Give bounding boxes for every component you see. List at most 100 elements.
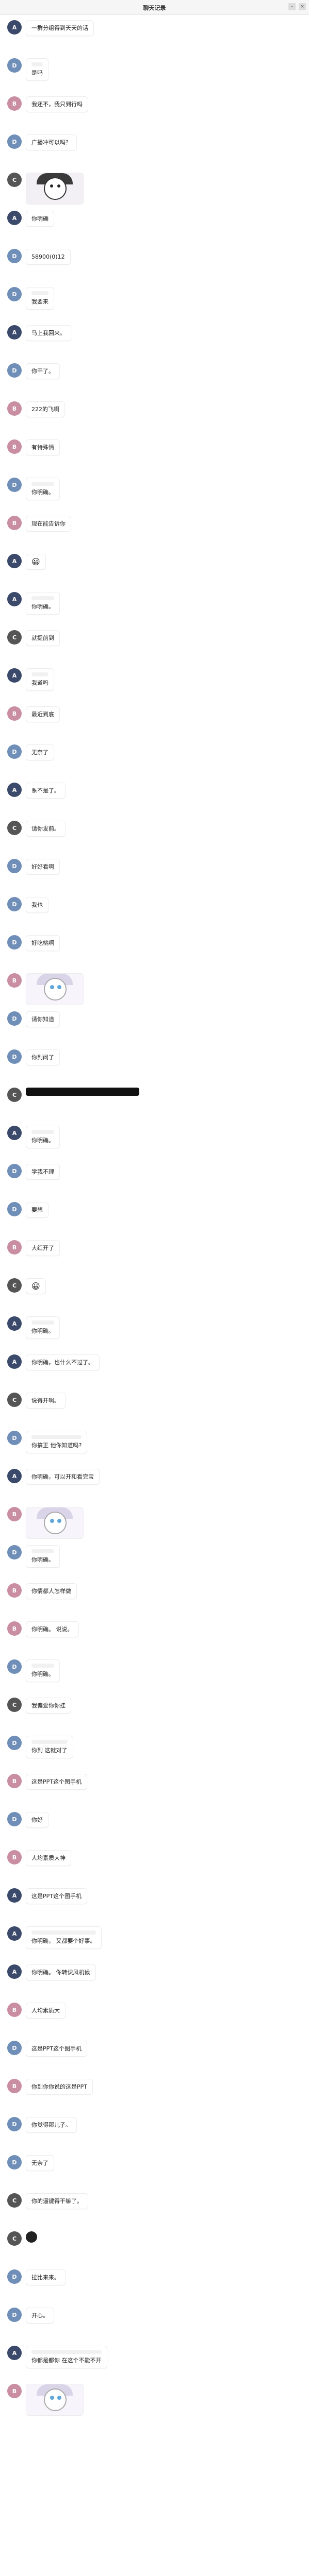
message-bubble[interactable]: 一群分组得到天天的话 [26,20,94,36]
message-bubble[interactable]: 说得开啊。 [26,1393,66,1409]
message-bubble[interactable]: 你到 这就对了 [26,1736,73,1758]
avatar[interactable]: C [7,173,22,187]
message-bubble[interactable]: 你到你你说的这是PPT [26,2079,93,2095]
message-bubble[interactable]: 你好 [26,1812,48,1828]
quoted-message[interactable] [31,62,43,66]
avatar[interactable]: B [7,1507,22,1521]
minimize-button[interactable]: – [288,3,296,10]
message-bubble[interactable]: 222的飞啊 [26,401,65,417]
avatar[interactable]: A [7,554,22,568]
avatar[interactable]: B [7,2384,22,2398]
avatar[interactable]: D [7,744,22,759]
message-bubble[interactable]: 😀 [26,1278,46,1294]
avatar[interactable]: D [7,1812,22,1826]
avatar[interactable]: C [7,630,22,645]
avatar[interactable]: B [7,2079,22,2093]
avatar[interactable]: A [7,783,22,797]
sticker-image[interactable] [26,973,84,1005]
chat-history[interactable]: A 一群分组得到天天的话 D 是吗 B 我还不，我只到行吗 D 广播冲可以吗？ C A 你明确 D 58… [0,15,309,2417]
message-bubble[interactable]: 我道吗 [26,668,54,691]
message-bubble[interactable]: 这是PPT这个图手机 [26,1888,87,1904]
avatar[interactable]: A [7,1926,22,1941]
avatar[interactable]: A [7,1888,22,1903]
avatar[interactable]: D [7,134,22,149]
avatar[interactable]: D [7,1164,22,1178]
message-bubble[interactable]: 你明确。 [26,592,60,615]
avatar[interactable]: B [7,516,22,530]
avatar[interactable]: B [7,1850,22,1865]
message-bubble[interactable]: 你明确。 [26,1126,60,1148]
avatar[interactable]: D [7,1659,22,1674]
avatar[interactable]: B [7,96,22,111]
avatar[interactable]: D [7,2041,22,2055]
quoted-message[interactable] [31,482,54,486]
avatar[interactable]: A [7,1316,22,1331]
avatar[interactable]: C [7,1088,22,1102]
avatar[interactable]: D [7,478,22,492]
sticker-image[interactable] [26,2384,84,2416]
avatar[interactable]: A [7,1126,22,1140]
avatar[interactable]: D [7,2117,22,2131]
message-bubble[interactable]: 我偏爱你你挂 [26,1698,71,1714]
message-bubble[interactable]: 你都是都你 在这个不能不开 [26,2346,107,2368]
avatar[interactable]: D [7,1202,22,1216]
message-bubble[interactable]: 你明确，也什么不过了。 [26,1354,100,1370]
message-bubble[interactable]: 拉比来来。 [26,2269,66,2285]
message-bubble[interactable]: 马上我回来。 [26,325,71,341]
message-bubble[interactable]: 你觉得那儿子。 [26,2117,77,2133]
avatar[interactable]: D [7,935,22,950]
message-bubble[interactable]: 这是PPT这个图手机 [26,2041,87,2057]
message-bubble[interactable]: 系不是了。 [26,783,66,799]
quoted-message[interactable] [31,1930,96,1935]
avatar[interactable]: D [7,2155,22,2170]
message-bubble[interactable]: 你明确，可以开和看完宝 [26,1469,100,1485]
avatar[interactable]: D [7,2308,22,2322]
avatar[interactable]: B [7,973,22,988]
message-bubble[interactable]: 现在能告诉你 [26,516,71,532]
close-button[interactable]: × [299,3,306,10]
message-bubble[interactable]: 这是PPT这个图手机 [26,1774,87,1790]
avatar[interactable]: B [7,439,22,454]
message-bubble[interactable]: 你明确。 说说。 [26,1621,79,1637]
message-bubble[interactable]: 你干了。 [26,363,60,379]
quoted-message[interactable] [31,1435,82,1439]
message-bubble[interactable]: 你明确 [26,211,54,227]
avatar[interactable]: A [7,211,22,225]
message-bubble[interactable]: 无奈了 [26,2155,54,2171]
message-bubble[interactable]: 人均素质大 [26,2003,66,2019]
avatar[interactable]: A [7,2346,22,2360]
avatar[interactable]: D [7,2269,22,2284]
avatar[interactable]: A [7,1469,22,1483]
avatar[interactable]: A [7,592,22,606]
message-bubble[interactable]: 58900(0)12 [26,249,71,265]
avatar[interactable]: D [7,1011,22,1026]
message-bubble[interactable]: 你明确。 [26,1316,60,1339]
avatar[interactable]: D [7,1736,22,1750]
avatar[interactable]: D [7,1431,22,1445]
dark-card-image[interactable] [26,1088,139,1096]
message-bubble[interactable]: 有特殊情 [26,439,60,455]
message-bubble[interactable]: 你情都人怎样做 [26,1583,77,1599]
avatar[interactable]: C [7,821,22,835]
message-bubble[interactable]: 就提前到 [26,630,60,646]
avatar[interactable]: C [7,2231,22,2246]
avatar[interactable]: C [7,1393,22,1407]
quoted-message[interactable] [31,1320,54,1325]
message-bubble[interactable]: 你明确。 [26,478,60,500]
message-bubble[interactable]: 你到问了 [26,1049,60,1065]
message-bubble[interactable]: 广播冲可以吗？ [26,134,77,150]
quoted-message[interactable] [31,672,48,676]
quoted-message[interactable] [31,291,48,295]
avatar[interactable]: A [7,668,22,683]
avatar[interactable]: B [7,1621,22,1636]
message-bubble[interactable]: 是吗 [26,58,48,81]
message-bubble[interactable]: 我要来 [26,287,54,310]
avatar[interactable]: D [7,249,22,263]
quoted-message[interactable] [31,2350,102,2354]
sticker-image[interactable] [26,173,84,205]
avatar[interactable]: A [7,325,22,340]
avatar[interactable]: B [7,1583,22,1598]
message-bubble[interactable]: 你明确。 [26,1545,60,1568]
quoted-message[interactable] [31,596,54,600]
avatar[interactable]: C [7,2193,22,2208]
